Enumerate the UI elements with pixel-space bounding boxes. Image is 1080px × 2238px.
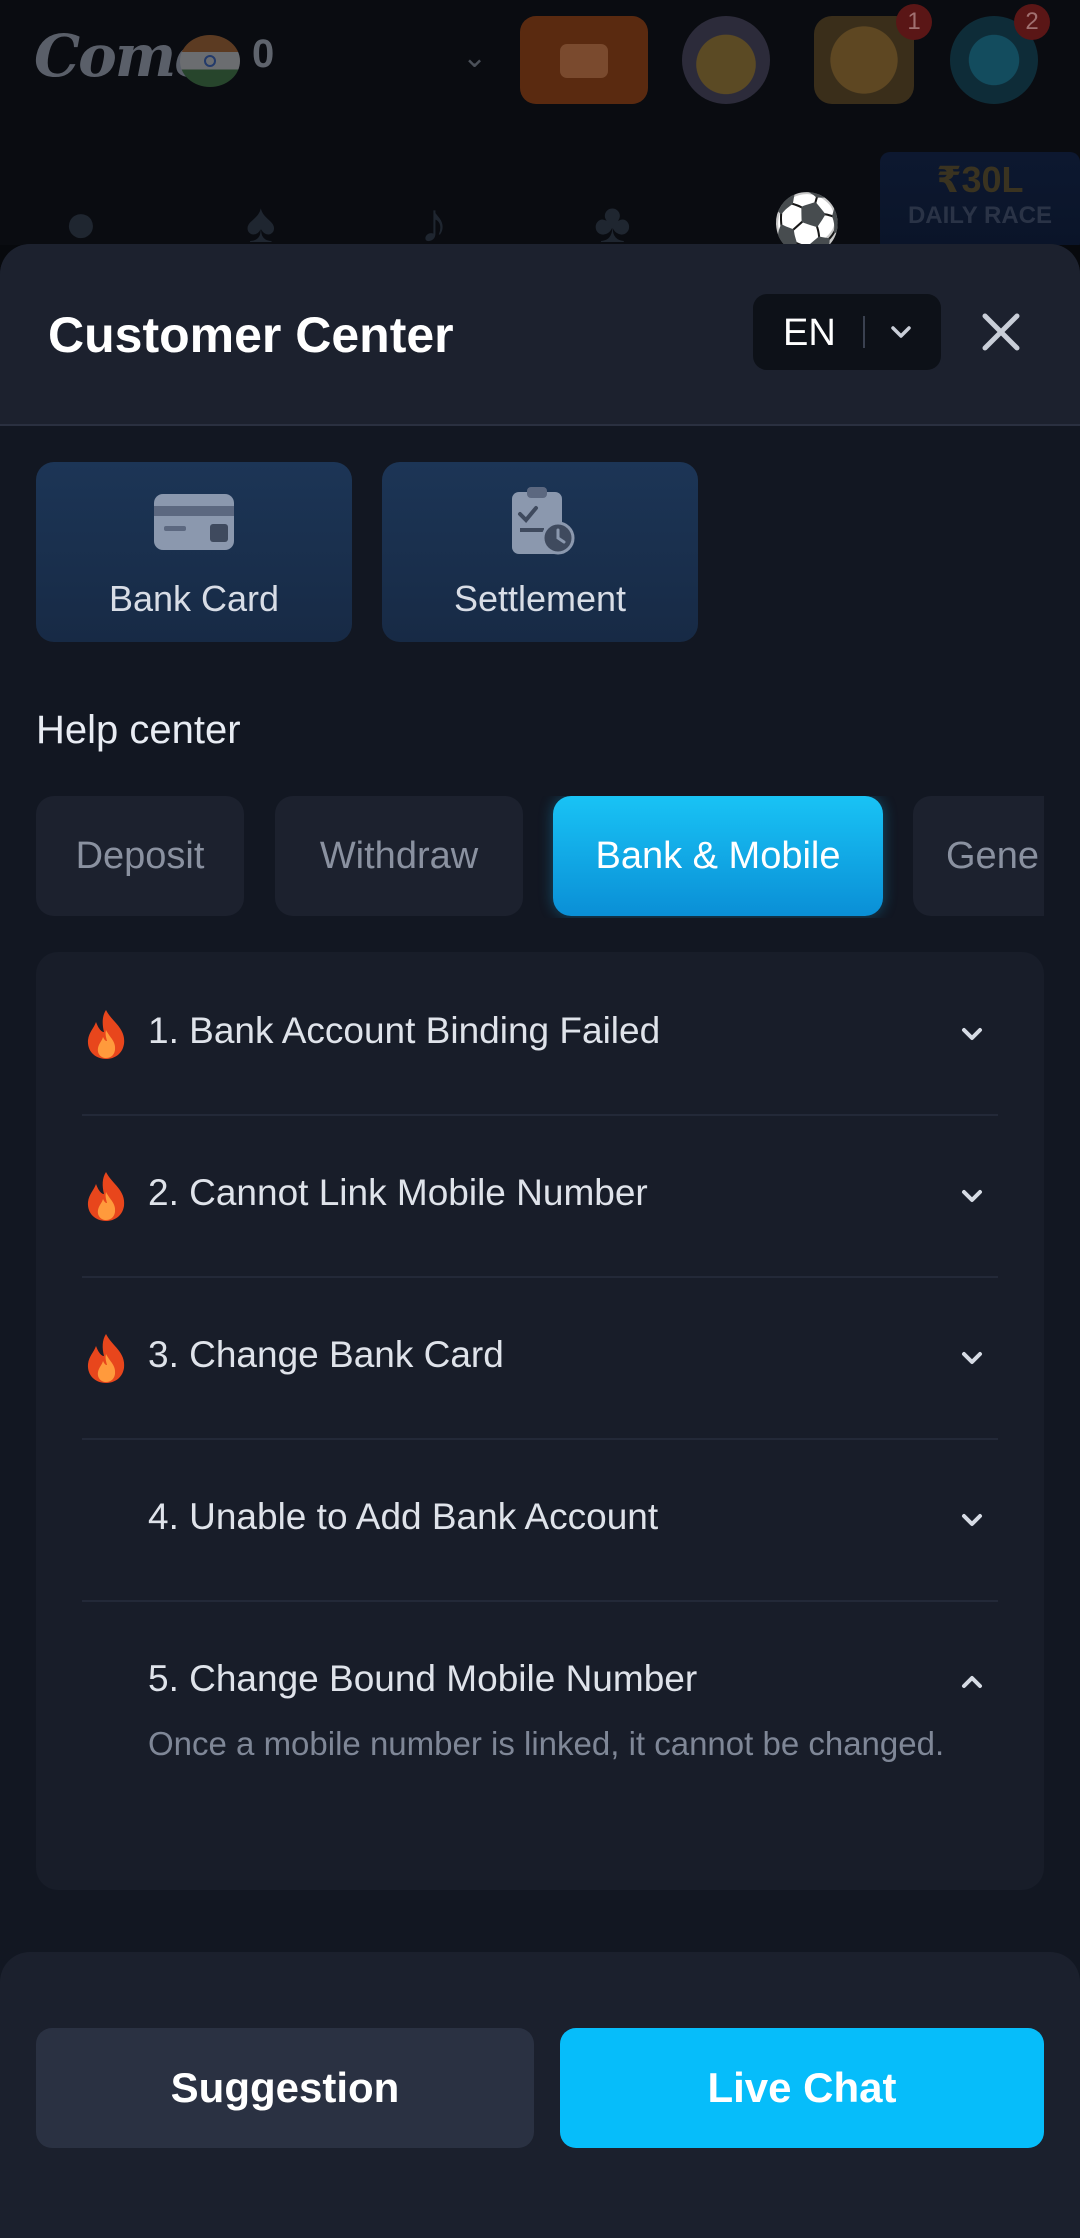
india-flag-icon [180, 35, 240, 87]
faq-item[interactable]: 4. Unable to Add Bank Account [82, 1438, 998, 1602]
chevron-down-icon [962, 1028, 982, 1040]
help-tabs: Deposit Withdraw Bank & Mobile Gene [36, 796, 1044, 918]
race-label: DAILY RACE [907, 202, 1053, 229]
faq-question: 3. Change Bank Card [148, 1334, 504, 1375]
bank-card-icon [154, 494, 234, 550]
chevron-down-icon [962, 1514, 982, 1526]
page-title: Customer Center [48, 307, 454, 363]
balance-amount: 0 [252, 32, 275, 76]
faq-list: 1. Bank Account Binding Failed 2. Cannot… [36, 952, 1044, 1890]
background-app-header: Come 0 ⌄ 1 2 ● ♠ ♪ ♣ ⚽ ₹30L DAILY RACE [0, 0, 1080, 245]
faq-item-expanded[interactable]: 5. Change Bound Mobile Number Once a mob… [82, 1600, 998, 1870]
support-badge: 2 [1014, 4, 1050, 40]
faq-item[interactable]: 2. Cannot Link Mobile Number [82, 1114, 998, 1278]
fire-icon [87, 1172, 125, 1221]
treasure-pot-icon [682, 16, 770, 104]
chevron-down-icon [962, 1352, 982, 1364]
gift-badge: 1 [896, 4, 932, 40]
close-icon[interactable] [975, 306, 1027, 358]
guitar-icon: ♪ [420, 191, 448, 245]
help-center-title: Help center [36, 708, 241, 752]
daily-race-banner: ₹30L DAILY RACE [880, 152, 1080, 245]
faq-question: 1. Bank Account Binding Failed [148, 1010, 661, 1051]
faq-item[interactable]: 1. Bank Account Binding Failed [82, 952, 998, 1116]
cards-icon: ♣ [594, 191, 631, 245]
fire-icon [87, 1010, 125, 1059]
tile-label: Bank Card [108, 578, 280, 619]
divider [863, 316, 865, 348]
tile-label: Settlement [453, 578, 627, 619]
faq-answer: Once a mobile number is linked, it canno… [148, 1725, 945, 1762]
language-label: EN [783, 312, 836, 354]
settlement-tile[interactable]: Settlement [382, 462, 698, 642]
spade-icon: ♠ [246, 191, 276, 245]
settlement-clipboard-icon [512, 487, 575, 555]
chevron-down-icon [891, 326, 911, 338]
faq-question: 4. Unable to Add Bank Account [148, 1496, 659, 1537]
sheet-header: Customer Center EN [0, 244, 1080, 426]
chevron-up-icon [962, 1676, 982, 1688]
faq-item[interactable]: 3. Change Bank Card [82, 1276, 998, 1440]
live-chat-button[interactable]: Live Chat [560, 2028, 1044, 2148]
chevron-down-icon: ⌄ [462, 41, 488, 74]
suggestion-button[interactable]: Suggestion [36, 2028, 534, 2148]
race-amount: ₹30L [936, 159, 1024, 200]
planet-icon: ● [64, 191, 98, 245]
soccer-ball-icon: ⚽ [772, 191, 842, 245]
chevron-down-icon [962, 1190, 982, 1202]
footer-actions: Suggestion Live Chat [0, 1952, 1080, 2238]
faq-question: 5. Change Bound Mobile Number [148, 1658, 698, 1699]
language-selector[interactable]: EN [753, 294, 941, 370]
tab-general[interactable]: Gene [913, 796, 1044, 916]
faq-question: 2. Cannot Link Mobile Number [148, 1172, 648, 1213]
tab-withdraw[interactable]: Withdraw [275, 796, 523, 916]
tab-bank-mobile[interactable]: Bank & Mobile [553, 796, 883, 916]
wallet-button [520, 16, 648, 104]
fire-icon [87, 1334, 125, 1383]
customer-center-sheet: Customer Center EN Bank Card Settlement … [0, 244, 1080, 2238]
tab-deposit[interactable]: Deposit [36, 796, 244, 916]
bank-card-tile[interactable]: Bank Card [36, 462, 352, 642]
